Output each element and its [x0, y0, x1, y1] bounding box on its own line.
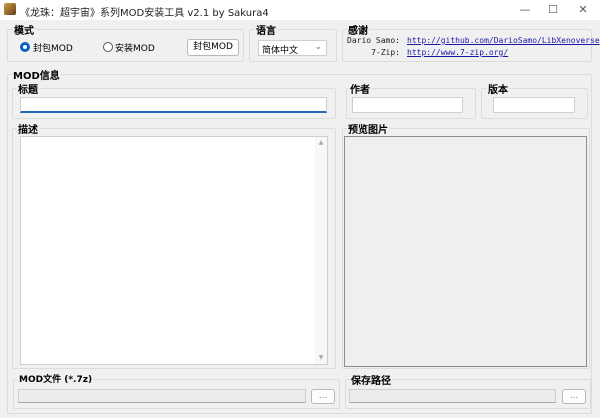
description-scrollbar[interactable]: ▲ ▼: [315, 137, 327, 364]
app-icon: [4, 3, 16, 15]
save-path-label: 保存路径: [350, 372, 392, 387]
radio-pack-mod[interactable]: [20, 42, 30, 52]
author-label: 作者: [349, 81, 371, 96]
radio-install-mod[interactable]: [103, 42, 113, 52]
mod-info-label: MOD信息: [12, 67, 61, 82]
thanks-group: [342, 29, 592, 62]
thanks-link-7zip[interactable]: http://www.7-zip.org/: [407, 48, 508, 57]
maximize-button[interactable]: ☐: [538, 0, 568, 20]
title-input[interactable]: [20, 97, 327, 113]
description-label: 描述: [17, 121, 39, 136]
minimize-button[interactable]: —: [510, 0, 540, 20]
title-label: 标题: [17, 81, 39, 96]
mode-label: 模式: [13, 22, 35, 37]
window-title: 《龙珠：超宇宙》系列MOD安装工具 v2.1 by Sakura4: [20, 8, 269, 19]
preview-label: 预览图片: [347, 121, 389, 136]
scroll-down-icon[interactable]: ▼: [315, 352, 327, 364]
chevron-down-icon: ⌄: [314, 42, 322, 52]
preview-image: [344, 136, 587, 367]
language-selected: 简体中文: [262, 46, 299, 56]
description-textarea[interactable]: ▲ ▼: [20, 136, 328, 365]
thanks-link-dario[interactable]: http://github.com/DarioSamo/LibXenoverse: [407, 36, 600, 45]
thanks-name-dario: Dario Samo:: [347, 36, 400, 45]
close-button[interactable]: ✕: [568, 0, 598, 20]
author-input[interactable]: [352, 97, 463, 113]
language-select[interactable]: 简体中文 ⌄: [258, 40, 327, 56]
scroll-up-icon[interactable]: ▲: [315, 137, 327, 149]
radio-install-mod-label[interactable]: 安装MOD: [115, 41, 155, 54]
mod-file-input[interactable]: [18, 389, 306, 403]
mod-file-label: MOD文件 (*.7z): [18, 372, 94, 385]
language-label: 语言: [255, 22, 277, 37]
mod-file-browse-button[interactable]: ...: [311, 389, 335, 404]
save-path-input[interactable]: [349, 389, 556, 403]
version-label: 版本: [487, 81, 509, 96]
thanks-label: 感谢: [347, 22, 369, 37]
pack-mod-button[interactable]: 封包MOD: [187, 39, 239, 56]
thanks-name-7zip: 7-Zip:: [371, 48, 400, 57]
save-path-browse-button[interactable]: ...: [562, 389, 586, 404]
radio-pack-mod-label[interactable]: 封包MOD: [33, 41, 73, 54]
version-input[interactable]: [493, 97, 575, 113]
